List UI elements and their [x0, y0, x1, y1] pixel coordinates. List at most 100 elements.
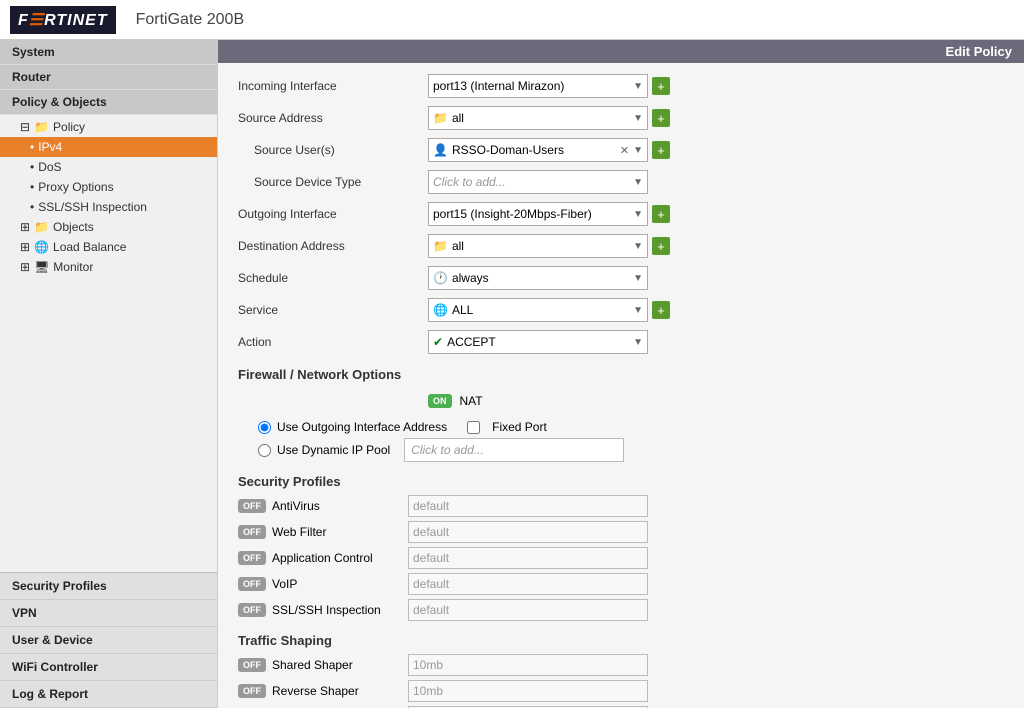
- schedule-row: Schedule 🕐 always ▼: [238, 265, 1004, 291]
- antivirus-label: AntiVirus: [272, 499, 320, 513]
- dropdown-arrow: ▼: [633, 209, 643, 220]
- appcontrol-toggle[interactable]: OFF: [238, 551, 266, 565]
- nat-toggle[interactable]: ON: [428, 394, 452, 408]
- webfilter-toggle[interactable]: OFF: [238, 525, 266, 539]
- source-device-type-placeholder: Click to add...: [433, 175, 629, 189]
- sidebar-tree-policy[interactable]: ⊟ 📁 Policy: [0, 117, 217, 137]
- service-value: 🌐 ALL: [433, 303, 629, 317]
- sidebar-tree-proxy[interactable]: • Proxy Options: [0, 177, 217, 197]
- source-users-label: Source User(s): [238, 143, 428, 157]
- outgoing-interface-wrap: port15 (Insight-20Mbps-Fiber) ▼ +: [428, 202, 1004, 226]
- monitor-icon: 🖥: [34, 260, 49, 274]
- bullet-icon: •: [30, 180, 34, 194]
- appcontrol-input[interactable]: [408, 547, 648, 569]
- expand-icon: ⊞: [20, 220, 30, 234]
- outgoing-interface-add-btn[interactable]: +: [652, 205, 670, 223]
- use-outgoing-radio[interactable]: [258, 421, 271, 434]
- service-label: Service: [238, 303, 428, 317]
- source-users-remove[interactable]: ✕: [620, 144, 629, 157]
- sidebar-item-policy-objects[interactable]: Policy & Objects: [0, 90, 217, 115]
- destination-address-select[interactable]: 📁 all ▼: [428, 234, 648, 258]
- source-address-add-btn[interactable]: +: [652, 109, 670, 127]
- sidebar-bottom-wifi[interactable]: WiFi Controller: [0, 654, 217, 681]
- folder-icon: 📁: [34, 120, 49, 134]
- dropdown-arrow: ▼: [633, 337, 643, 348]
- schedule-select[interactable]: 🕐 always ▼: [428, 266, 648, 290]
- schedule-label: Schedule: [238, 271, 428, 285]
- service-wrap: 🌐 ALL ▼ +: [428, 298, 1004, 322]
- sidebar-item-system[interactable]: System: [0, 40, 217, 65]
- destination-address-add-btn[interactable]: +: [652, 237, 670, 255]
- sidebar-tree-dos[interactable]: • DoS: [0, 157, 217, 177]
- voip-input[interactable]: [408, 573, 648, 595]
- source-address-value: 📁 all: [433, 111, 629, 125]
- destination-address-value: 📁 all: [433, 239, 629, 253]
- schedule-wrap: 🕐 always ▼: [428, 266, 1004, 290]
- incoming-interface-row: Incoming Interface port13 (Internal Mira…: [238, 73, 1004, 99]
- source-users-select[interactable]: 👤 RSSO-Doman-Users ✕ ▼: [428, 138, 648, 162]
- ssl-inspection-label: SSL/SSH Inspection: [272, 603, 381, 617]
- reverse-shaper-input[interactable]: [408, 680, 648, 702]
- ssl-inspection-row: OFF SSL/SSH Inspection: [238, 599, 1004, 621]
- ssl-inspection-input[interactable]: [408, 599, 648, 621]
- antivirus-input[interactable]: [408, 495, 648, 517]
- incoming-interface-add-btn[interactable]: +: [652, 77, 670, 95]
- incoming-interface-select[interactable]: port13 (Internal Mirazon) ▼: [428, 74, 648, 98]
- nat-label: NAT: [460, 394, 483, 408]
- outgoing-interface-select[interactable]: port15 (Insight-20Mbps-Fiber) ▼: [428, 202, 648, 226]
- service-select[interactable]: 🌐 ALL ▼: [428, 298, 648, 322]
- antivirus-toggle[interactable]: OFF: [238, 499, 266, 513]
- webfilter-input[interactable]: [408, 521, 648, 543]
- use-outgoing-label: Use Outgoing Interface Address: [277, 420, 447, 434]
- ssl-inspection-toggle[interactable]: OFF: [238, 603, 266, 617]
- destination-address-wrap: 📁 all ▼ +: [428, 234, 1004, 258]
- sidebar-tree-ipv4[interactable]: • IPv4: [0, 137, 217, 157]
- sidebar-tree-loadbalance[interactable]: ⊞ 🌐 Load Balance: [0, 237, 217, 257]
- source-users-wrap: 👤 RSSO-Doman-Users ✕ ▼ +: [428, 138, 1004, 162]
- nat-wrap: ON NAT: [428, 394, 483, 408]
- use-dynamic-radio[interactable]: [258, 444, 271, 457]
- source-device-type-select[interactable]: Click to add... ▼: [428, 170, 648, 194]
- outgoing-interface-value: port15 (Insight-20Mbps-Fiber): [433, 207, 629, 221]
- source-users-add-btn[interactable]: +: [652, 141, 670, 159]
- edit-policy-form: Incoming Interface port13 (Internal Mira…: [218, 63, 1024, 708]
- shared-shaper-toggle[interactable]: OFF: [238, 658, 266, 672]
- action-select[interactable]: ✔ ACCEPT ▼: [428, 330, 648, 354]
- sidebar-tree-ssl[interactable]: • SSL/SSH Inspection: [0, 197, 217, 217]
- expand-icon: ⊞: [20, 260, 30, 274]
- webfilter-label: Web Filter: [272, 525, 326, 539]
- dynamic-pool-input[interactable]: Click to add...: [404, 438, 624, 462]
- sidebar-tree: ⊟ 📁 Policy • IPv4 • DoS • Proxy Options …: [0, 115, 217, 279]
- reverse-shaper-toggle[interactable]: OFF: [238, 684, 266, 698]
- nat-row: ON NAT: [238, 388, 1004, 414]
- source-address-label: Source Address: [238, 111, 428, 125]
- shared-shaper-input[interactable]: [408, 654, 648, 676]
- fixed-port-checkbox[interactable]: [467, 421, 480, 434]
- outgoing-interface-label: Outgoing Interface: [238, 207, 428, 221]
- folder-icon: 📁: [34, 220, 49, 234]
- sidebar-bottom-user-device[interactable]: User & Device: [0, 627, 217, 654]
- action-wrap: ✔ ACCEPT ▼: [428, 330, 1004, 354]
- voip-toggle[interactable]: OFF: [238, 577, 266, 591]
- service-add-btn[interactable]: +: [652, 301, 670, 319]
- source-address-wrap: 📁 all ▼ +: [428, 106, 1004, 130]
- sidebar-tree-monitor[interactable]: ⊞ 🖥 Monitor: [0, 257, 217, 277]
- sidebar-item-router[interactable]: Router: [0, 65, 217, 90]
- expand-icon: ⊞: [20, 240, 30, 254]
- user-icon: 👤: [433, 143, 448, 157]
- source-address-select[interactable]: 📁 all ▼: [428, 106, 648, 130]
- traffic-shaping-header: Traffic Shaping: [238, 633, 1004, 648]
- sidebar-bottom-security[interactable]: Security Profiles: [0, 573, 217, 600]
- bullet-icon: •: [30, 200, 34, 214]
- use-dynamic-row: Use Dynamic IP Pool Click to add...: [258, 438, 1004, 462]
- dropdown-arrow: ▼: [633, 177, 643, 188]
- sidebar-bottom-log[interactable]: Log & Report: [0, 681, 217, 708]
- service-row: Service 🌐 ALL ▼ +: [238, 297, 1004, 323]
- action-value: ✔ ACCEPT: [433, 335, 629, 349]
- sidebar-tree-objects[interactable]: ⊞ 📁 Objects: [0, 217, 217, 237]
- dropdown-arrow: ▼: [633, 241, 643, 252]
- sidebar-bottom-vpn[interactable]: VPN: [0, 600, 217, 627]
- source-device-type-wrap: Click to add... ▼: [428, 170, 1004, 194]
- folder-icon-sm: 📁: [433, 111, 448, 125]
- destination-address-row: Destination Address 📁 all ▼ +: [238, 233, 1004, 259]
